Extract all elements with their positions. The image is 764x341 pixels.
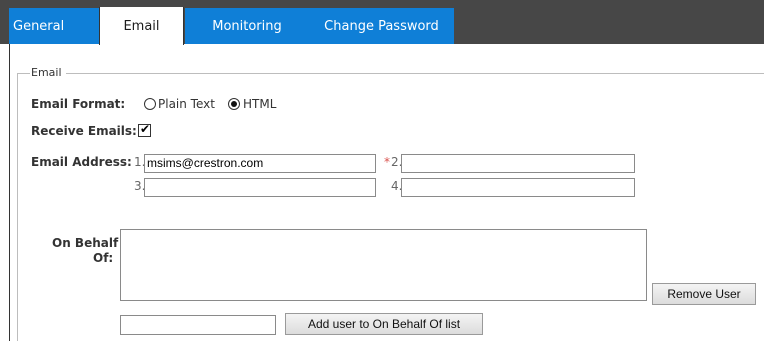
fieldset-border-right-segment (66, 73, 764, 74)
tab-change-password[interactable]: Change Password (309, 8, 454, 44)
email-format-label: Email Format: (31, 97, 126, 111)
remove-user-button[interactable]: Remove User (652, 283, 756, 305)
email-address-4-input[interactable] (401, 178, 635, 197)
content-left-border (9, 44, 10, 341)
email-address-2-input[interactable] (401, 154, 635, 173)
plain-text-radio[interactable] (144, 98, 156, 110)
email-address-3-input[interactable] (144, 178, 376, 197)
on-behalf-label-line2: Of: (93, 251, 114, 265)
html-radio-label[interactable]: HTML (243, 97, 276, 111)
fieldset-border-left-segment (17, 73, 30, 74)
plain-text-radio-label[interactable]: Plain Text (158, 97, 215, 111)
tab-bar: General Email Monitoring Change Password (0, 0, 764, 45)
receive-emails-label: Receive Emails: (31, 124, 137, 138)
tab-monitoring[interactable]: Monitoring (185, 8, 309, 44)
fieldset-border-vertical (17, 73, 18, 341)
add-user-input[interactable] (120, 315, 276, 335)
checkmark-icon: ✔ (140, 122, 151, 136)
required-marker: * (384, 155, 390, 169)
add-user-button[interactable]: Add user to On Behalf Of list (285, 313, 483, 335)
html-radio[interactable] (228, 98, 240, 110)
tab-email[interactable]: Email (99, 7, 184, 45)
tab-general[interactable]: General (9, 8, 99, 44)
on-behalf-list[interactable] (120, 229, 647, 301)
on-behalf-label-line1: On Behalf (52, 236, 119, 250)
receive-emails-checkbox[interactable]: ✔ (138, 122, 151, 137)
email-fieldset-legend: Email (30, 66, 63, 79)
email-address-label: Email Address: (31, 155, 132, 169)
email-address-1-input[interactable]: msims@crestron.com (144, 154, 376, 173)
